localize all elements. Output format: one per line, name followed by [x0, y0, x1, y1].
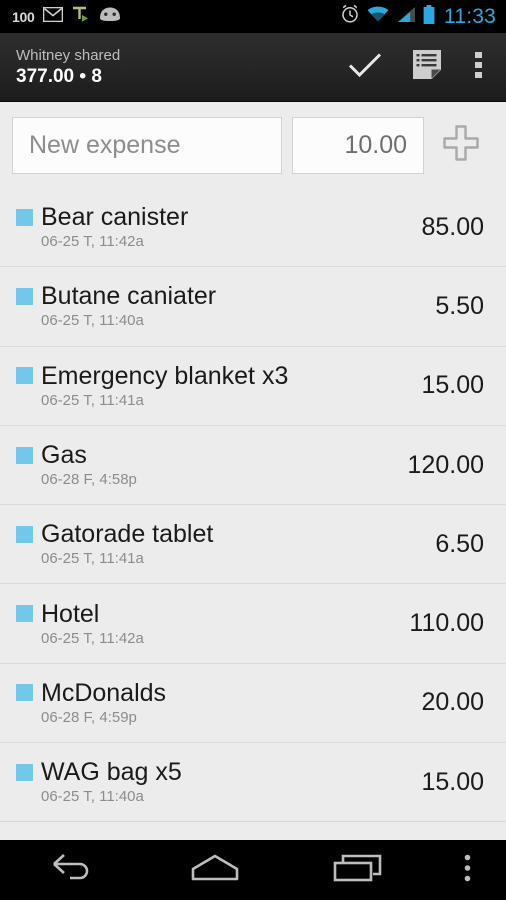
expense-amount: 6.50	[435, 529, 484, 558]
status-bar-left: 100	[12, 6, 121, 28]
expense-color-swatch-icon	[16, 605, 33, 623]
expense-amount: 85.00	[421, 212, 484, 241]
expense-date: 06-28 F, 4:59p	[41, 708, 137, 726]
expense-name-input[interactable]: New expense	[12, 117, 282, 174]
expense-color-swatch-icon	[16, 446, 33, 464]
expense-title-line: McDonalds	[16, 679, 411, 707]
status-bar-right: 11:33	[340, 4, 496, 29]
battery-icon	[423, 4, 435, 29]
expense-title: McDonalds	[41, 678, 167, 707]
expense-row-main: Gatorade tablet 06-25 T, 11:41a	[16, 520, 425, 568]
nav-menu-button[interactable]	[430, 840, 506, 900]
expense-row-main: McDonalds 06-28 F, 4:59p	[16, 679, 411, 727]
wifi-icon	[367, 6, 389, 28]
expense-list[interactable]: Bear canister 06-25 T, 11:42a 85.00 Butane …	[0, 188, 506, 840]
home-icon	[189, 853, 241, 888]
expense-amount: 15.00	[421, 371, 484, 400]
expense-row-main: Gas 06-28 F, 4:58p	[16, 441, 398, 489]
expense-date: 06-25 T, 11:41a	[41, 550, 144, 568]
expense-amount: 5.50	[435, 291, 484, 320]
nav-recents-button[interactable]	[287, 840, 430, 900]
confirm-button[interactable]	[334, 33, 396, 102]
expense-date: 06-25 T, 11:40a	[41, 312, 144, 330]
expense-amount: 20.00	[421, 688, 484, 717]
expense-amount-input[interactable]: 10.00	[292, 117, 424, 174]
expense-color-swatch-icon	[16, 367, 33, 385]
expense-title-line: Butane caniater	[16, 282, 425, 310]
expense-row[interactable]: Gas 06-28 F, 4:58p 120.00	[0, 426, 506, 506]
android-navigation-bar	[0, 840, 506, 900]
expense-title-line: Bear canister	[16, 203, 411, 231]
notes-icon	[412, 49, 442, 85]
nav-home-button[interactable]	[143, 840, 286, 900]
expense-name-placeholder: New expense	[29, 131, 181, 159]
action-bar-title-block[interactable]: Whitney shared 377.00 • 8	[16, 47, 120, 88]
add-expense-icon	[440, 122, 482, 169]
expense-row-main: Bear canister 06-25 T, 11:42a	[16, 203, 411, 251]
cell-signal-icon	[396, 6, 416, 28]
expense-date: 06-25 T, 11:41a	[41, 391, 144, 409]
action-bar: Whitney shared 377.00 • 8	[0, 33, 506, 102]
expense-row[interactable]: Butane caniater 06-25 T, 11:40a 5.50	[0, 267, 506, 347]
status-bar-clock: 11:33	[444, 4, 496, 28]
expense-row[interactable]: McDonalds 06-28 F, 4:59p 20.00	[0, 664, 506, 744]
expense-amount: 120.00	[407, 450, 484, 479]
overflow-menu-icon	[464, 854, 471, 887]
expense-row-main: WAG bag x5 06-25 T, 11:40a	[16, 758, 411, 806]
expense-date: 06-25 T, 11:42a	[41, 233, 144, 251]
expense-row[interactable]: WAG bag x5 06-25 T, 11:40a 15.00	[0, 743, 506, 823]
phone-screen: 100 11:33 Whitney shared 377.00 • 8 New …	[0, 0, 506, 900]
back-icon	[50, 853, 94, 888]
expense-row-main: Butane caniater 06-25 T, 11:40a	[16, 282, 425, 330]
expense-amount: 110.00	[409, 609, 484, 638]
expense-row-main: Hotel 06-25 T, 11:42a	[16, 600, 399, 648]
expense-title-line: WAG bag x5	[16, 758, 411, 786]
expense-title: Bear canister	[41, 203, 189, 232]
expense-title-line: Gas	[16, 441, 398, 469]
action-bar-title: 377.00 • 8	[16, 65, 102, 87]
nav-back-button[interactable]	[0, 840, 143, 900]
action-bar-actions	[334, 33, 500, 102]
expense-title-line: Hotel	[16, 600, 399, 628]
expense-color-swatch-icon	[16, 525, 33, 543]
expense-title: Emergency blanket x3	[41, 361, 289, 390]
expense-date: 06-25 T, 11:42a	[41, 629, 144, 647]
new-expense-row: New expense 10.00	[0, 103, 506, 188]
expense-amount: 15.00	[421, 767, 484, 796]
expense-color-swatch-icon	[16, 208, 33, 226]
expense-title: Butane caniater	[41, 282, 217, 311]
action-overflow-button[interactable]	[458, 33, 500, 102]
expense-row[interactable]: Gatorade tablet 06-25 T, 11:41a 6.50	[0, 505, 506, 585]
expense-row[interactable]: Emergency blanket x3 06-25 T, 11:41a 15.00	[0, 347, 506, 426]
expense-title-line: Emergency blanket x3	[16, 362, 411, 390]
recents-icon	[333, 853, 383, 888]
check-icon	[348, 51, 382, 84]
add-expense-button[interactable]	[424, 111, 498, 181]
alarm-clock-icon	[340, 4, 360, 29]
expense-title: Hotel	[41, 599, 100, 628]
tasker-icon	[72, 6, 90, 28]
battery-percent-text: 100	[12, 8, 35, 25]
expense-title-line: Gatorade tablet	[16, 520, 425, 548]
expense-date: 06-25 T, 11:40a	[41, 788, 144, 806]
expense-title: Gas	[41, 441, 87, 470]
gmail-icon	[43, 6, 64, 27]
overflow-menu-icon	[475, 50, 483, 85]
android-head-icon	[99, 6, 121, 27]
expense-color-swatch-icon	[16, 684, 33, 702]
expense-color-swatch-icon	[16, 287, 33, 305]
expense-row-main: Emergency blanket x3 06-25 T, 11:41a	[16, 362, 411, 410]
expense-row[interactable]: Bear canister 06-25 T, 11:42a 85.00	[0, 188, 506, 268]
action-bar-subtitle: Whitney shared	[16, 46, 121, 64]
status-bar: 100 11:33	[0, 0, 506, 33]
notes-button[interactable]	[396, 33, 458, 102]
expense-color-swatch-icon	[16, 763, 33, 781]
expense-title: WAG bag x5	[41, 758, 182, 787]
expense-title: Gatorade tablet	[41, 520, 214, 549]
expense-amount-value: 10.00	[344, 131, 407, 159]
expense-row[interactable]: Hotel 06-25 T, 11:42a 110.00	[0, 584, 506, 664]
expense-date: 06-28 F, 4:58p	[41, 471, 137, 489]
